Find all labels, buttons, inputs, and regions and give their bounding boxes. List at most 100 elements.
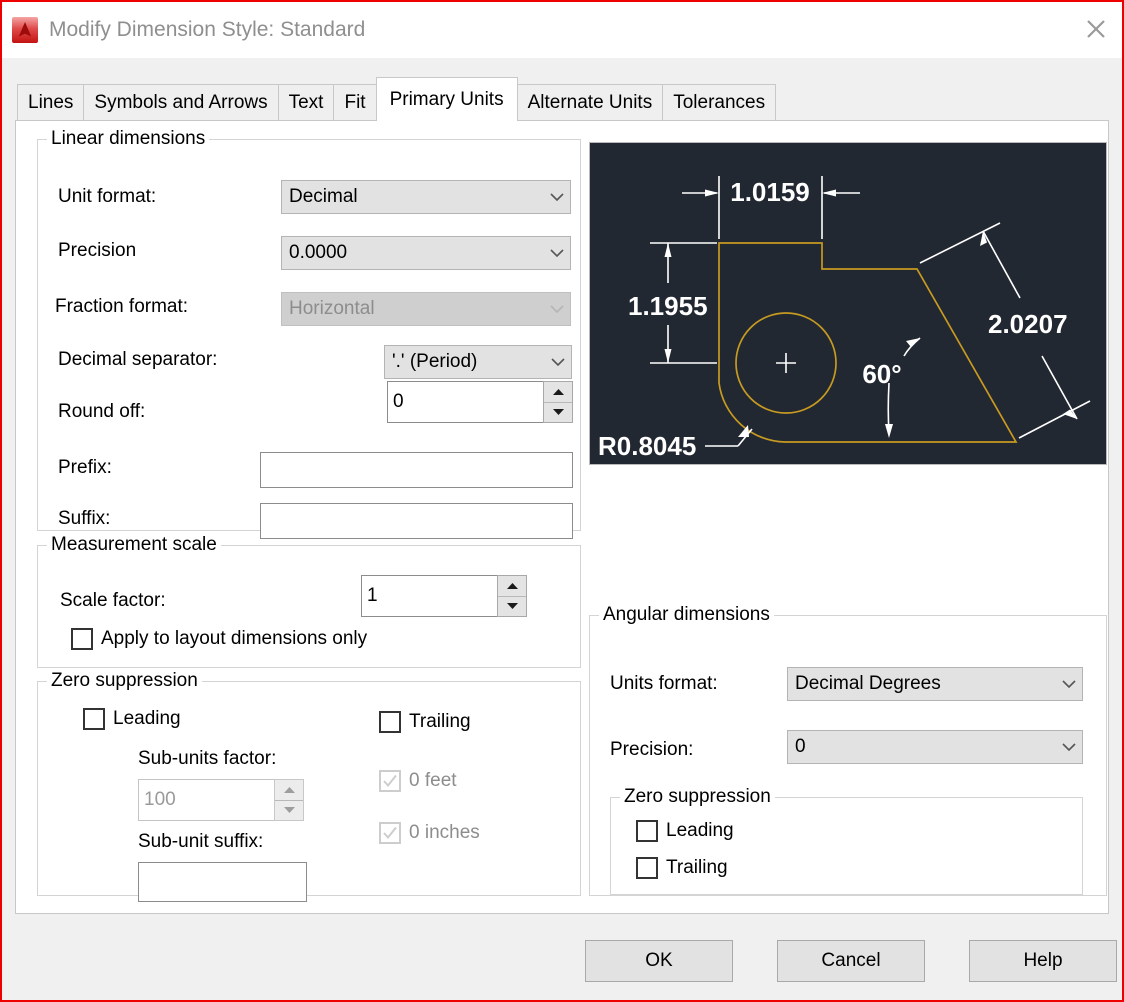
chevron-down-icon: [544, 237, 570, 269]
stepper-up-icon: [275, 780, 303, 801]
primary-units-panel: Linear dimensions Unit format: Decimal P…: [15, 120, 1109, 914]
precision-label: Precision: [58, 240, 137, 261]
measurement-scale-group: Measurement scale Scale factor: 1 Apply …: [37, 534, 581, 668]
dialog-button-bar: OK Cancel Help: [2, 914, 1122, 1000]
chevron-down-icon: [1056, 668, 1082, 700]
tab-alternate-units[interactable]: Alternate Units: [516, 84, 664, 120]
check-icon: [383, 774, 397, 788]
dialog-title: Modify Dimension Style: Standard: [49, 18, 366, 41]
zs-zero-inches-checkbox: 0 inches: [379, 822, 480, 844]
sub-unit-suffix-input[interactable]: [138, 862, 307, 902]
sub-units-factor-stepper: [274, 779, 304, 821]
angular-dimensions-legend: Angular dimensions: [599, 604, 774, 626]
fraction-format-value: Horizontal: [289, 298, 375, 319]
chevron-down-icon: [544, 293, 570, 325]
unit-format-label: Unit format:: [58, 186, 157, 207]
angular-precision-combo[interactable]: 0: [787, 730, 1083, 764]
scale-factor-label: Scale factor:: [60, 590, 166, 611]
dim-angled-length-text: 2.0207: [988, 309, 1068, 339]
modify-dimension-style-dialog: Modify Dimension Style: Standard Lines S…: [0, 0, 1124, 1002]
scale-factor-value[interactable]: 1: [361, 575, 497, 617]
angular-zs-trailing-checkbox[interactable]: Trailing: [636, 857, 728, 879]
help-button[interactable]: Help: [969, 940, 1117, 982]
part-outline: [718, 242, 1018, 443]
close-x-glyph: [1087, 20, 1105, 38]
angular-precision-value: 0: [795, 736, 806, 757]
tab-text[interactable]: Text: [277, 84, 335, 120]
apply-layout-only-checkbox[interactable]: Apply to layout dimensions only: [71, 628, 367, 650]
prefix-label: Prefix:: [58, 457, 112, 478]
stepper-up-icon[interactable]: [498, 576, 526, 597]
zero-suppression-linear-legend: Zero suppression: [47, 670, 202, 692]
dim-radius-text: R0.8045: [598, 431, 696, 461]
checkbox-box: [379, 822, 401, 844]
stepper-down-icon[interactable]: [544, 403, 572, 423]
zero-suppression-angular-group: Zero suppression Leading Trailing: [610, 786, 1083, 895]
ok-button[interactable]: OK: [585, 940, 733, 982]
center-mark: [776, 353, 796, 373]
dim-left-height-text: 1.1955: [628, 291, 708, 321]
tab-fit[interactable]: Fit: [333, 84, 377, 120]
stepper-up-icon[interactable]: [544, 382, 572, 403]
precision-value: 0.0000: [289, 242, 348, 263]
zs-leading-checkbox[interactable]: Leading: [83, 708, 181, 730]
decimal-separator-label: Decimal separator:: [58, 349, 218, 370]
angular-dimensions-group: Angular dimensions Units format: Decimal…: [589, 604, 1107, 896]
suffix-label: Suffix:: [58, 508, 111, 529]
close-icon[interactable]: [1072, 4, 1120, 54]
checkbox-box: [379, 711, 401, 733]
round-off-value[interactable]: 0: [387, 381, 543, 423]
tab-lines[interactable]: Lines: [17, 84, 85, 120]
suffix-input[interactable]: [260, 503, 573, 539]
zs-zero-inches-label: 0 inches: [409, 822, 480, 843]
tab-primary-units[interactable]: Primary Units: [375, 77, 518, 121]
zs-zero-feet-label: 0 feet: [409, 770, 457, 791]
cancel-button[interactable]: Cancel: [777, 940, 925, 982]
unit-format-value: Decimal: [289, 186, 358, 207]
zs-trailing-checkbox[interactable]: Trailing: [379, 711, 471, 733]
sub-units-factor-value: 100: [138, 779, 274, 821]
decimal-separator-value: '.' (Period): [392, 351, 478, 372]
sub-unit-suffix-label: Sub-unit suffix:: [138, 831, 264, 852]
angular-units-format-combo[interactable]: Decimal Degrees: [787, 667, 1083, 701]
angular-zs-leading-checkbox[interactable]: Leading: [636, 820, 734, 842]
tab-symbols-arrows[interactable]: Symbols and Arrows: [83, 84, 279, 120]
zero-suppression-linear-group: Zero suppression Leading Trailing Sub-un…: [37, 670, 581, 902]
autocad-logo-icon: [12, 17, 38, 43]
checkbox-box: [379, 770, 401, 792]
precision-combo[interactable]: 0.0000: [281, 236, 571, 270]
chevron-down-icon: [545, 346, 571, 378]
scale-factor-spinner[interactable]: 1: [361, 575, 527, 617]
angular-units-format-label: Units format:: [610, 673, 718, 694]
round-off-label: Round off:: [58, 401, 146, 422]
preview-drawing: 1.0159 1.1955 2.0207 60° R0.8045: [598, 176, 1091, 461]
autocad-a-glyph: [18, 22, 32, 37]
zs-trailing-label: Trailing: [409, 711, 471, 732]
linear-dimensions-legend: Linear dimensions: [47, 128, 210, 150]
round-off-spinner[interactable]: 0: [387, 381, 573, 423]
angular-zs-leading-label: Leading: [666, 820, 734, 841]
linear-dimensions-group: Linear dimensions Unit format: Decimal P…: [37, 128, 581, 539]
apply-layout-only-label: Apply to layout dimensions only: [101, 628, 368, 649]
zs-leading-label: Leading: [113, 708, 181, 729]
tab-tolerances[interactable]: Tolerances: [662, 84, 777, 120]
scale-factor-stepper: [497, 575, 527, 617]
zs-zero-feet-checkbox: 0 feet: [379, 770, 457, 792]
prefix-input[interactable]: [260, 452, 573, 488]
title-bar: Modify Dimension Style: Standard: [2, 2, 1122, 58]
unit-format-combo[interactable]: Decimal: [281, 180, 571, 214]
chevron-down-icon: [1056, 731, 1082, 763]
checkbox-box: [83, 708, 105, 730]
checkbox-box: [636, 857, 658, 879]
tab-strip: Lines Symbols and Arrows Text Fit Primar…: [2, 58, 1122, 121]
measurement-scale-legend: Measurement scale: [47, 534, 221, 556]
sub-units-factor-spinner: 100: [138, 779, 304, 821]
dimension-style-preview: 1.0159 1.1955 2.0207 60° R0.8045: [589, 142, 1107, 465]
sub-units-factor-label: Sub-units factor:: [138, 748, 277, 769]
angular-units-format-value: Decimal Degrees: [795, 673, 941, 694]
dim-angle-text: 60°: [862, 359, 901, 389]
angular-zs-trailing-label: Trailing: [666, 857, 728, 878]
stepper-down-icon[interactable]: [498, 597, 526, 617]
dim-top-width-text: 1.0159: [730, 177, 810, 207]
decimal-separator-combo[interactable]: '.' (Period): [384, 345, 572, 379]
